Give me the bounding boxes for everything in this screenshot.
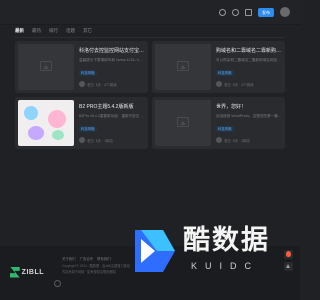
- footer-logo-text: ZIBLL: [21, 268, 44, 276]
- tab-latest[interactable]: 最新: [15, 28, 24, 34]
- user-avatar[interactable]: [280, 7, 290, 17]
- post-excerpt: 温馨提示下载请填写和 //www.1234 / cweb/blog: [79, 58, 145, 62]
- footer-link[interactable]: 广告合作: [80, 256, 94, 261]
- post-card[interactable]: 科洛付去控监控网站支付宝宝服务 温馨提示下载请填写和 //www.1234 / …: [15, 41, 148, 93]
- author-name[interactable]: 老白: [224, 138, 231, 143]
- arrow-up-icon: [286, 264, 290, 268]
- author-name[interactable]: 老白: [224, 82, 231, 87]
- search-icon[interactable]: [219, 8, 226, 16]
- image-placeholder-icon: [177, 117, 189, 127]
- tab-hot[interactable]: 最热: [32, 28, 41, 34]
- hot-float-button[interactable]: [284, 250, 293, 259]
- post-meta: 老白 5天 · 477阅读: [79, 81, 117, 87]
- post-card[interactable]: 购域名和二靠域名二靠新购域名网站 可以购买和二靠域名二靠新购域名网站支付宝宝 科…: [152, 41, 285, 93]
- post-meta: 老白 5天 · 1网站: [79, 137, 113, 143]
- post-thumbnail[interactable]: [155, 100, 211, 146]
- bell-icon[interactable]: [232, 8, 239, 16]
- footer-logo[interactable]: ZIBLL: [10, 264, 44, 280]
- post-title[interactable]: 世界，您好！: [216, 103, 282, 110]
- zibll-logo-icon: [10, 266, 20, 278]
- post-stats: 5天 · 477阅读: [95, 82, 117, 87]
- post-title[interactable]: B2 PRO主题5.4.2版新版: [79, 103, 145, 110]
- publish-button[interactable]: 发布: [258, 7, 274, 17]
- thumbnail-illustration: [48, 110, 66, 128]
- post-category-badge[interactable]: 科技风格: [79, 126, 97, 132]
- fire-icon: [286, 251, 291, 257]
- author-name[interactable]: 老白: [87, 138, 94, 143]
- post-excerpt: B2Pro v5.4.2重要新功能：重新开放支付宝功能: [79, 114, 145, 118]
- author-avatar[interactable]: [216, 81, 222, 87]
- watermark-subtitle: KUIDC: [191, 261, 260, 271]
- thumbnail-illustration: [52, 130, 64, 140]
- top-bar-actions: 发布: [219, 7, 290, 17]
- thumbnail-illustration: [24, 106, 38, 120]
- author-avatar[interactable]: [216, 137, 222, 143]
- post-meta: 老白 5天 · 1网站: [216, 137, 250, 143]
- footer-links: 关于我们 广告合作 联系我们: [62, 256, 111, 261]
- post-stats: 5天 · 1网站: [232, 138, 250, 143]
- author-avatar[interactable]: [79, 137, 85, 143]
- top-navigation-bar: 发布: [0, 0, 300, 25]
- back-to-top-button[interactable]: [284, 262, 293, 271]
- footer-link[interactable]: 联系我们: [97, 256, 111, 261]
- author-avatar[interactable]: [79, 81, 85, 87]
- author-name[interactable]: 老白: [87, 82, 94, 87]
- post-card[interactable]: B2 PRO主题5.4.2版新版 B2Pro v5.4.2重要新功能：重新开放支…: [15, 97, 148, 149]
- post-category-badge[interactable]: 科技风格: [216, 126, 234, 132]
- footer-copyright: Copyright © 2024 · 酷数据 · 由zibll主题强力驱动: [62, 264, 130, 268]
- post-thumbnail[interactable]: [18, 44, 74, 90]
- post-thumbnail[interactable]: [155, 44, 211, 90]
- footer-social-icon[interactable]: [54, 280, 61, 287]
- post-title[interactable]: 科洛付去控监控网站支付宝宝服务: [79, 47, 145, 54]
- post-thumbnail[interactable]: [18, 100, 74, 146]
- footer-link[interactable]: 关于我们: [62, 256, 76, 261]
- post-excerpt: 欢迎使用 WordPress。这是您的第一篇文章，编辑或删除: [216, 114, 282, 118]
- post-card[interactable]: 世界，您好！ 欢迎使用 WordPress。这是您的第一篇文章，编辑或删除 科技…: [152, 97, 285, 149]
- tab-other[interactable]: 其它: [83, 28, 92, 34]
- image-placeholder-icon: [40, 61, 52, 71]
- thumbnail-illustration: [28, 126, 44, 140]
- post-stats: 5天 · 1网站: [95, 138, 113, 143]
- footer-notice: 内容来源于网络 · 如有侵权请联系删除: [62, 270, 116, 274]
- image-placeholder-icon: [177, 61, 189, 71]
- category-tabs: 最新 最热 排行 话题 其它: [15, 28, 92, 34]
- post-excerpt: 可以购买和二靠域名二靠新购域名网站支付宝宝: [216, 58, 282, 62]
- tab-topics[interactable]: 话题: [66, 28, 75, 34]
- watermark-title: 酷数据: [183, 225, 270, 255]
- message-icon[interactable]: [245, 8, 252, 16]
- post-title[interactable]: 购域名和二靠域名二靠新购域名网站: [216, 47, 282, 54]
- post-category-badge[interactable]: 科技风格: [216, 70, 234, 76]
- post-meta: 老白 5天 · 477阅读: [216, 81, 254, 87]
- tab-ranking[interactable]: 排行: [49, 28, 58, 34]
- watermark-emblem-icon: [135, 230, 175, 272]
- watermark-logo: 酷数据 KUIDC: [131, 222, 283, 280]
- tabs-divider: [15, 37, 285, 38]
- post-stats: 5天 · 477阅读: [232, 82, 254, 87]
- post-category-badge[interactable]: 科技风格: [79, 70, 97, 76]
